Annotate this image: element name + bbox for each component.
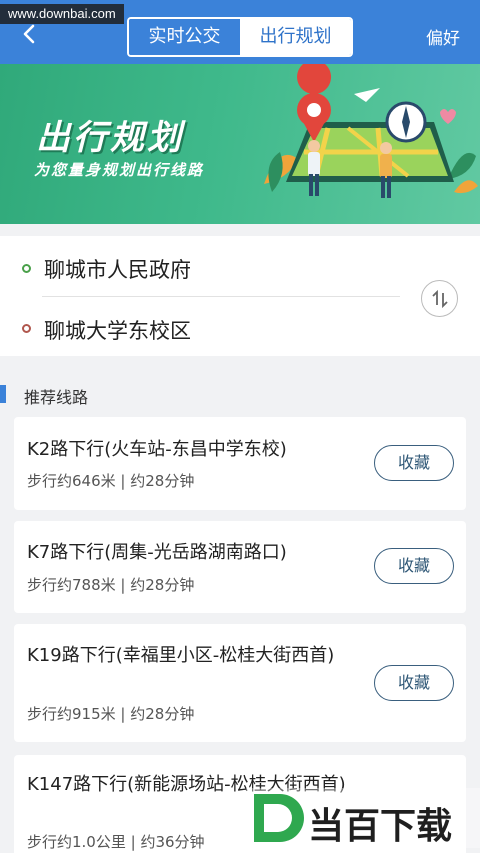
bus-line-card[interactable]: K2路下行(火车站-东昌中学东校) 步行约646米 | 约28分钟 收藏 (14, 417, 466, 510)
walk-distance: 步行约915米 (27, 705, 116, 723)
line-meta: 步行约1.0公里 | 约36分钟 (27, 833, 205, 851)
line-name: K2路下行(火车站-东昌中学东校) (27, 439, 287, 460)
duration: 约28分钟 (130, 705, 195, 723)
duration: 约36分钟 (140, 833, 205, 851)
trip-planning-banner: 出行规划 为您量身规划出行线路 (0, 64, 480, 224)
walk-distance: 步行约1.0公里 (27, 833, 126, 851)
back-arrow-icon[interactable] (18, 22, 42, 46)
banner-subtitle: 为您量身规划出行线路 (34, 161, 205, 179)
line-meta: 步行约788米 | 约28分钟 (27, 576, 195, 594)
line-meta: 步行约646米 | 约28分钟 (27, 472, 195, 490)
favorite-button[interactable]: 收藏 (374, 548, 454, 584)
duration: 约28分钟 (130, 472, 195, 490)
bus-line-card[interactable]: K19路下行(幸福里小区-松桂大街西首) 步行约915米 | 约28分钟 收藏 (14, 624, 466, 742)
swap-route-button[interactable] (421, 280, 458, 317)
brand-watermark-logo-icon: 当百下载 (246, 788, 480, 848)
walk-distance: 步行约788米 (27, 576, 116, 594)
brand-logo-text: 当百下载 (308, 806, 452, 847)
line-meta: 步行约915米 | 约28分钟 (27, 705, 195, 723)
tab-realtime-bus[interactable]: 实时公交 (129, 19, 240, 55)
route-divider (42, 296, 400, 297)
origin-dot-icon (22, 264, 31, 273)
destination-field[interactable]: 聊城大学东校区 (44, 315, 191, 345)
tab-trip-planning[interactable]: 出行规划 (240, 19, 351, 55)
bus-line-card[interactable]: K7路下行(周集-光岳路湖南路口) 步行约788米 | 约28分钟 收藏 (14, 521, 466, 613)
site-watermark: www.downbai.com (0, 4, 124, 24)
mode-segmented-control: 实时公交 出行规划 (127, 17, 353, 57)
section-marker (0, 385, 6, 403)
map-illustration-icon (264, 64, 478, 198)
swap-arrows-icon (431, 289, 448, 308)
walk-distance: 步行约646米 (27, 472, 116, 490)
route-input-card: 聊城市人民政府 聊城大学东校区 (0, 236, 480, 356)
favorite-button[interactable]: 收藏 (374, 445, 454, 481)
preferences-button[interactable]: 偏好 (426, 24, 460, 49)
banner-title: 出行规划 (36, 118, 184, 158)
origin-field[interactable]: 聊城市人民政府 (44, 254, 191, 284)
section-title: 推荐线路 (24, 388, 89, 407)
line-name: K19路下行(幸福里小区-松桂大街西首) (27, 645, 335, 666)
line-name: K7路下行(周集-光岳路湖南路口) (27, 542, 287, 563)
duration: 约28分钟 (130, 576, 195, 594)
favorite-button[interactable]: 收藏 (374, 665, 454, 701)
destination-dot-icon (22, 324, 31, 333)
